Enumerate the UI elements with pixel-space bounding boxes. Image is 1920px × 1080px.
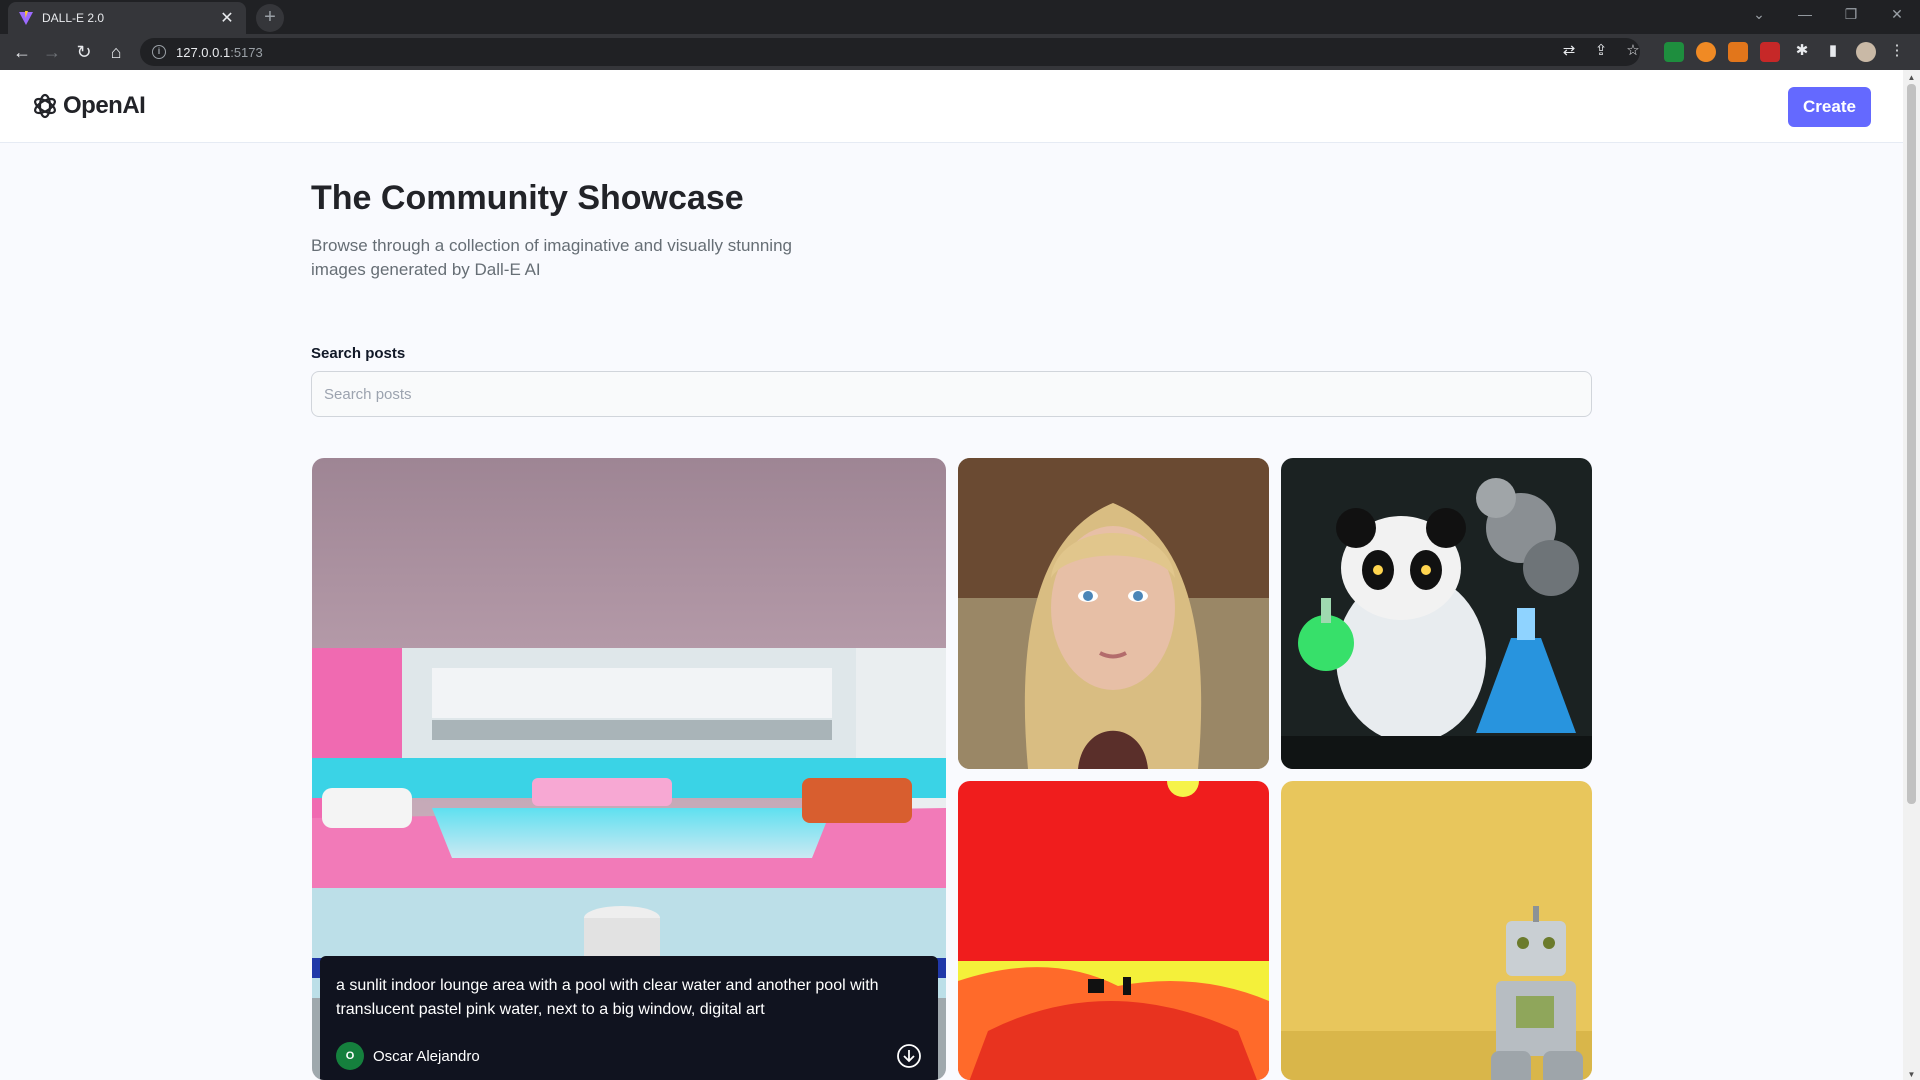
- page-viewport: OpenAI Create The Community Showcase Bro…: [0, 70, 1903, 1080]
- metamask-fox-icon[interactable]: [1728, 42, 1748, 62]
- tab-search-icon[interactable]: ⌄: [1736, 0, 1782, 30]
- new-tab-button[interactable]: +: [256, 4, 284, 32]
- author-avatar: O: [336, 1042, 364, 1070]
- post-card[interactable]: [1281, 781, 1592, 1080]
- post-footer: O Oscar Alejandro: [336, 1042, 922, 1070]
- window-close-icon[interactable]: ✕: [1874, 0, 1920, 30]
- back-arrow-icon[interactable]: ←: [8, 38, 36, 66]
- logo-text: OpenAI: [63, 92, 146, 119]
- browser-tab[interactable]: DALL-E 2.0 ✕: [8, 2, 246, 34]
- bookmark-star-icon[interactable]: ☆: [1622, 40, 1644, 62]
- openai-logo[interactable]: OpenAI: [31, 92, 146, 120]
- tab-title: DALL-E 2.0: [42, 11, 105, 25]
- search-input[interactable]: [311, 371, 1592, 417]
- extension-orange-icon[interactable]: [1696, 42, 1716, 62]
- post-image-panda-scientist: [1281, 458, 1592, 769]
- restore-icon[interactable]: ❐: [1828, 0, 1874, 30]
- home-icon[interactable]: ⌂: [102, 38, 130, 66]
- download-icon[interactable]: [896, 1043, 922, 1069]
- url-port: :5173: [230, 44, 263, 60]
- page-scrollbar[interactable]: ▲ ▼: [1903, 70, 1920, 1080]
- extension-red-icon[interactable]: [1760, 42, 1780, 62]
- tab-close-icon[interactable]: ✕: [218, 8, 236, 28]
- create-button[interactable]: Create: [1788, 87, 1871, 127]
- side-panel-icon[interactable]: ▮: [1822, 40, 1844, 62]
- extensions-puzzle-icon[interactable]: ✱: [1791, 40, 1813, 62]
- profile-avatar-icon[interactable]: [1856, 42, 1876, 62]
- url-host: 127.0.0.1: [176, 44, 231, 60]
- extension-shield-icon[interactable]: [1664, 42, 1684, 62]
- post-prompt: a sunlit indoor lounge area with a pool …: [336, 977, 879, 1018]
- forward-arrow-icon[interactable]: →: [38, 38, 66, 66]
- openai-logo-icon: [34, 93, 56, 119]
- post-image-robot: [1281, 781, 1592, 1080]
- share-icon[interactable]: ⇪: [1590, 40, 1612, 62]
- site-info-icon[interactable]: i: [152, 45, 166, 59]
- translate-icon[interactable]: ⇄: [1558, 40, 1580, 62]
- browser-tab-bar: DALL-E 2.0 ✕ + ⌄ — ❐ ✕: [0, 0, 1920, 34]
- page-subtitle: Browse through a collection of imaginati…: [311, 236, 792, 279]
- reload-icon[interactable]: ↻: [70, 38, 98, 66]
- vite-favicon-icon: [19, 11, 33, 25]
- browser-menu-icon[interactable]: ⋮: [1886, 40, 1908, 62]
- post-card[interactable]: [958, 781, 1269, 1080]
- post-overlay: a sunlit indoor lounge area with a pool …: [320, 956, 938, 1080]
- minimize-icon[interactable]: —: [1782, 0, 1828, 30]
- scroll-thumb[interactable]: [1907, 84, 1916, 804]
- site-header: OpenAI Create: [0, 70, 1903, 143]
- post-image-red-desert: [958, 781, 1269, 1080]
- scroll-up-icon[interactable]: ▲: [1907, 73, 1916, 82]
- post-card[interactable]: a sunlit indoor lounge area with a pool …: [312, 458, 946, 1080]
- url-bar[interactable]: i 127.0.0.1 :5173: [140, 38, 1640, 66]
- page-title: The Community Showcase: [311, 179, 744, 217]
- post-image-portrait: [958, 458, 1269, 769]
- scroll-down-icon[interactable]: ▼: [1907, 1070, 1916, 1079]
- author-name: Oscar Alejandro: [373, 1047, 480, 1065]
- search-label: Search posts: [311, 345, 406, 362]
- post-card[interactable]: [1281, 458, 1592, 769]
- post-card[interactable]: [958, 458, 1269, 769]
